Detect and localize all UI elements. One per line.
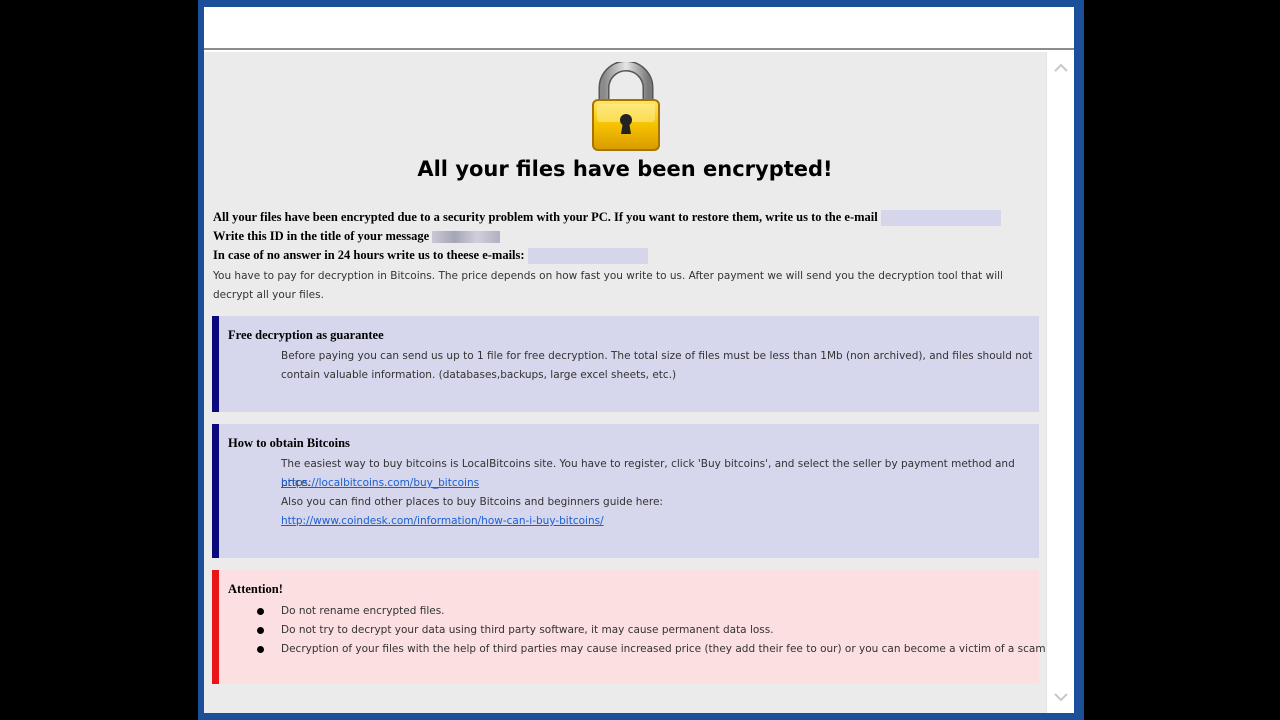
- localbitcoins-link[interactable]: https://localbitcoins.com/buy_bitcoins: [281, 474, 479, 493]
- attention-title: Attention!: [228, 582, 283, 596]
- intro-line-backup: In case of no answer in 24 hours write u…: [213, 248, 648, 265]
- title-bar[interactable]: [204, 7, 1074, 50]
- bullet-icon: [257, 608, 264, 615]
- intro-backup-text: In case of no answer in 24 hours write u…: [213, 248, 525, 262]
- list-item: Do not try to decrypt your data using th…: [257, 621, 1037, 640]
- content-area: All your files have been encrypted! All …: [204, 52, 1046, 713]
- window-body: All your files have been encrypted! All …: [204, 7, 1074, 713]
- padlock-icon: [592, 62, 660, 151]
- list-item: Do not rename encrypted files.: [257, 602, 1037, 621]
- bitcoins-guide-text: Also you can find other places to buy Bi…: [281, 496, 663, 508]
- redacted-email: [880, 210, 1001, 227]
- redacted-id: [432, 231, 501, 244]
- intro-line-id: Write this ID in the title of your messa…: [213, 229, 501, 244]
- intro-email-text: All your files have been encrypted due t…: [213, 210, 878, 224]
- bullet-icon: [257, 627, 264, 634]
- guarantee-title: Free decryption as guarantee: [228, 328, 384, 342]
- payment-paragraph: You have to pay for decryption in Bitcoi…: [213, 270, 1003, 301]
- coindesk-link[interactable]: http://www.coindesk.com/information/how-…: [281, 512, 604, 531]
- redacted-backup-email: [527, 248, 648, 265]
- guarantee-box: Free decryption as guarantee Before payi…: [212, 316, 1039, 412]
- attention-box: Attention! Do not rename encrypted files…: [212, 570, 1046, 684]
- list-item: Decryption of your files with the help o…: [257, 640, 1046, 659]
- chevron-down-icon[interactable]: [1053, 689, 1069, 705]
- bitcoins-title: How to obtain Bitcoins: [228, 436, 350, 450]
- bitcoins-box: How to obtain Bitcoins The easiest way t…: [212, 424, 1039, 558]
- attention-item-text: Decryption of your files with the help o…: [281, 643, 1046, 655]
- chevron-up-icon[interactable]: [1053, 60, 1069, 76]
- ransom-note-window: All your files have been encrypted! All …: [198, 0, 1084, 720]
- attention-item-text: Do not rename encrypted files.: [281, 605, 445, 617]
- bullet-icon: [257, 646, 264, 653]
- intro-line-email: All your files have been encrypted due t…: [213, 210, 1001, 227]
- page-title: All your files have been encrypted!: [417, 157, 833, 181]
- vertical-scrollbar[interactable]: [1046, 52, 1074, 713]
- intro-id-text: Write this ID in the title of your messa…: [213, 229, 430, 243]
- guarantee-text: Before paying you can send us up to 1 fi…: [281, 350, 1033, 381]
- attention-item-text: Do not try to decrypt your data using th…: [281, 624, 774, 636]
